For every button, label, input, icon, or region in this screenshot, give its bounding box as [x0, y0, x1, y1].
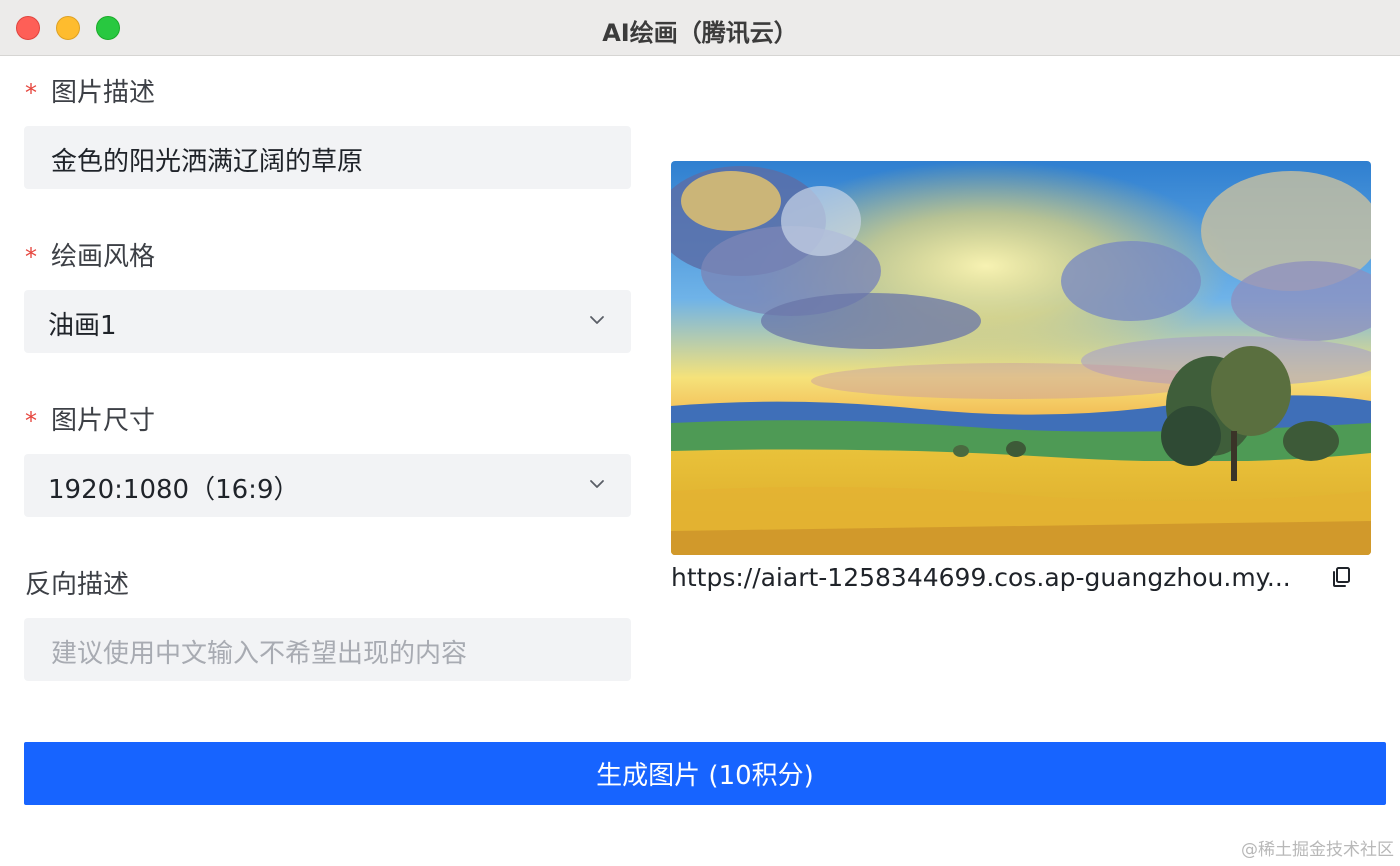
description-input[interactable]: 金色的阳光洒满辽阔的草原: [24, 126, 631, 189]
style-selected-value: 油画1: [48, 311, 117, 341]
required-mark: *: [25, 79, 37, 107]
required-mark: *: [25, 407, 37, 435]
style-label: * 绘画风格: [25, 236, 155, 273]
required-mark: *: [25, 243, 37, 271]
generated-image[interactable]: [671, 161, 1371, 555]
style-select[interactable]: 油画1: [24, 290, 631, 353]
negative-placeholder: 建议使用中文输入不希望出现的内容: [51, 639, 468, 669]
chevron-down-icon: [590, 480, 604, 488]
style-label-text: 绘画风格: [51, 242, 156, 272]
image-url[interactable]: https://aiart-1258344699.cos.ap-guangzho…: [671, 563, 1321, 592]
window-title: AI绘画（腾讯云）: [602, 19, 798, 47]
negative-label: 反向描述: [25, 564, 129, 601]
description-label: * 图片描述: [25, 72, 155, 109]
negative-input[interactable]: 建议使用中文输入不希望出现的内容: [24, 618, 631, 681]
size-label-text: 图片尺寸: [51, 406, 156, 436]
negative-label-text: 反向描述: [25, 570, 130, 600]
size-selected-value: 1920:1080（16:9）: [48, 475, 300, 505]
description-label-text: 图片描述: [51, 78, 156, 108]
watermark-text: @稀土掘金技术社区: [1241, 840, 1394, 860]
size-select[interactable]: 1920:1080（16:9）: [24, 454, 631, 517]
title-bar: AI绘画（腾讯云）: [0, 0, 1400, 56]
copy-icon[interactable]: [1330, 566, 1352, 588]
chevron-down-icon: [590, 316, 604, 324]
landscape-painting-image: [671, 161, 1371, 555]
description-value: 金色的阳光洒满辽阔的草原: [51, 147, 364, 177]
size-label: * 图片尺寸: [25, 400, 155, 437]
generate-image-button[interactable]: 生成图片 (10积分): [24, 742, 1386, 805]
